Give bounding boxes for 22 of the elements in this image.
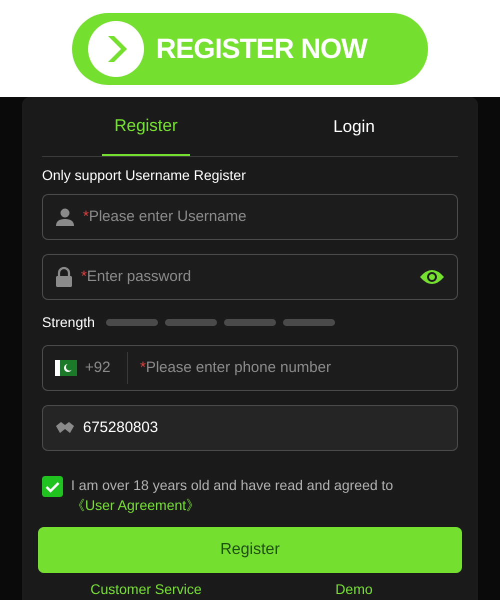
- invite-code-field[interactable]: 675280803: [42, 405, 458, 451]
- username-field[interactable]: *Please enter Username: [42, 194, 458, 240]
- phone-field[interactable]: +92 *Please enter phone number: [42, 345, 458, 391]
- handshake-icon: [55, 420, 75, 436]
- footer-link[interactable]: Demo: [250, 579, 458, 600]
- lock-icon: [55, 267, 73, 287]
- register-button[interactable]: Register: [38, 527, 462, 573]
- chevron-icon: [88, 20, 144, 76]
- check-icon: [45, 480, 60, 492]
- country-code: +92: [85, 358, 112, 378]
- eye-icon[interactable]: [419, 267, 445, 287]
- agreement-text: I am over 18 years old and have read and agreed to 《User Agreement》: [71, 476, 394, 515]
- password-field[interactable]: *Enter password: [42, 254, 458, 300]
- user-agreement-link[interactable]: 《User Agreement》: [71, 497, 200, 513]
- flag-icon: [55, 360, 77, 376]
- agreement-checkbox[interactable]: [42, 476, 63, 497]
- footer-link[interactable]: Customer Service: [42, 579, 250, 600]
- username-note: Only support Username Register: [42, 166, 247, 185]
- user-icon: [55, 207, 75, 227]
- strength-label: Strength: [42, 313, 95, 332]
- tab[interactable]: Register: [42, 97, 250, 156]
- tab[interactable]: Login: [250, 97, 458, 156]
